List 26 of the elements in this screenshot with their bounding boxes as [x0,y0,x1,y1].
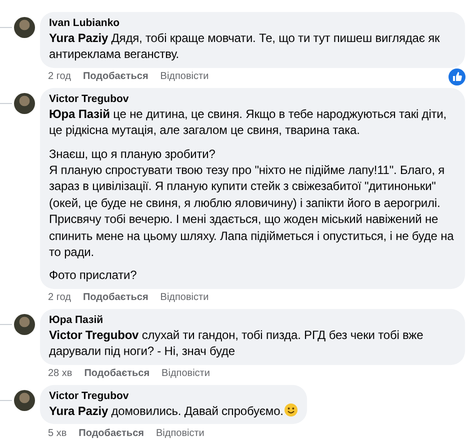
comment-time[interactable]: 2 год [48,71,71,82]
author-name[interactable]: Юра Пазій [49,314,456,327]
comment-text: Фото прислати? [49,267,138,284]
like-link[interactable]: Подобається [82,292,148,304]
author-name[interactable]: Ivan Lubianko [49,17,456,30]
reply-link[interactable]: Відповісти [160,71,209,82]
like-link[interactable]: Подобається [82,71,148,82]
like-link[interactable]: Подобається [84,368,150,380]
reply-link[interactable]: Відповісти [156,428,204,439]
comment-text: Yura Paziy домовились. Давай спробуємо. [49,402,298,420]
avatar[interactable] [14,92,35,114]
like-link[interactable]: Подобається [78,428,144,439]
comment-text: Yura Paziy Дядя, тобі краще мовчати. Те, що ти тут пишеш виглядає як антиреклама веганству. [49,30,441,63]
author-name[interactable]: Victor Tregubov [49,390,298,403]
comment-time[interactable]: 2 год [48,292,71,304]
comment-text: Знаєш, що я планую зробити? Я планую спростувати твою тезу про "ніхто не підійме лапу!11". Благо, я зараз в цивілізації. Я планую купити стейк з свіжезабитої "дитиноньки" (окей, це буде не свиня, я люблю яловичину) і запікти його в аерогрилі. Присвячу тобі вечерю. І мені здається, що жоден міський навіжений не спинить мене на цьому шляху. Лапа підійметься і опуститься, і не буде на то ради. [49,146,455,260]
reply-link[interactable]: Відповісти [162,368,210,380]
comment-time[interactable]: 5 хв [48,428,67,439]
avatar[interactable] [14,390,35,411]
comment-text: Юра Пазій це не дитина, це свиня. Якщо в тебе народжуються такі діти, це рідкісна мутація, але загалом це свиня, тварина така. [49,106,448,139]
author-name[interactable]: Victor Tregubov [49,92,456,106]
comment-text: Victor Tregubov слухай ти гандон, тобі пизда. РГД без чеки тобі вже дарували під ноги? - Ні, знач буде [49,326,424,360]
avatar[interactable] [14,314,35,335]
comment-time[interactable]: 28 хв [48,368,72,380]
avatar[interactable] [14,17,35,38]
reply-link[interactable]: Відповісти [160,292,209,304]
